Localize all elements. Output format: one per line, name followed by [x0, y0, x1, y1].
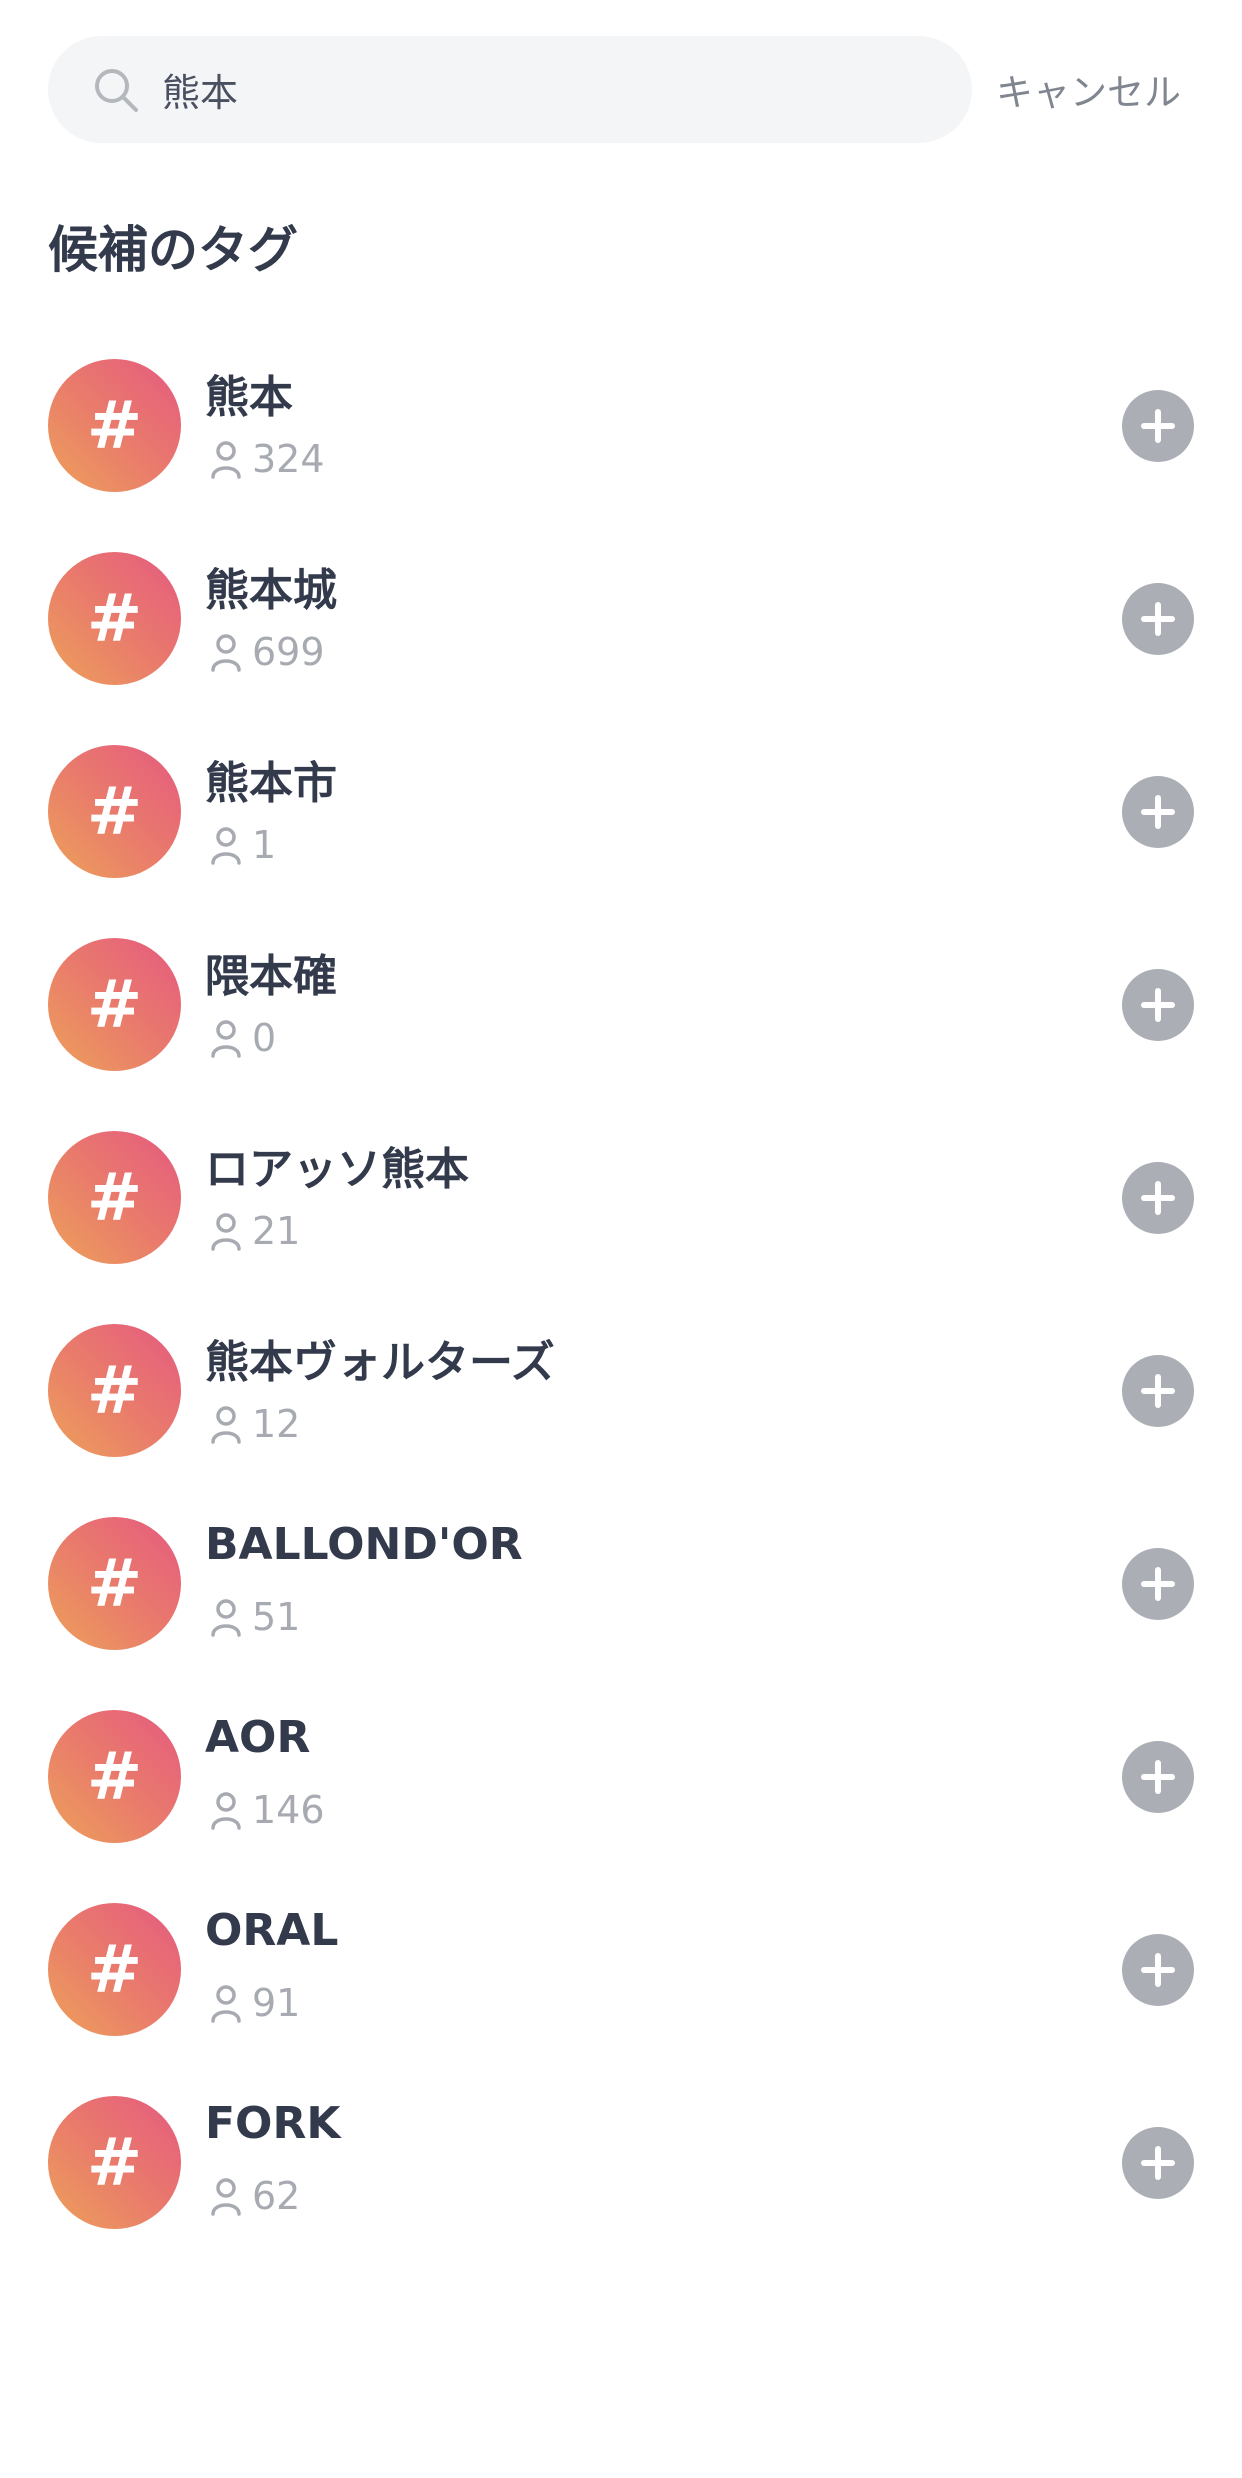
count-value: 51	[252, 1595, 301, 1639]
person-icon	[211, 1213, 241, 1251]
tag-row[interactable]: # 熊本ヴォルターズ 12	[0, 1324, 1242, 1517]
person-icon	[211, 2178, 241, 2216]
tag-user-count: 146	[208, 1788, 325, 1832]
add-tag-button[interactable]	[1122, 583, 1194, 655]
hashtag-icon: #	[48, 1517, 181, 1650]
tag-row[interactable]: # 隈本確 0	[0, 938, 1242, 1131]
tag-name: ORAL	[205, 1905, 339, 1956]
tag-user-count: 91	[208, 1981, 300, 2025]
hashtag-icon: #	[48, 2096, 181, 2229]
add-tag-button[interactable]	[1122, 390, 1194, 462]
add-tag-button[interactable]	[1122, 1355, 1194, 1427]
add-tag-button[interactable]	[1122, 1548, 1194, 1620]
count-value: 12	[252, 1402, 301, 1446]
person-icon	[211, 1985, 241, 2023]
cancel-button[interactable]: キャンセル	[996, 62, 1181, 116]
add-tag-button[interactable]	[1122, 2127, 1194, 2199]
count-value: 1	[252, 823, 277, 867]
add-tag-button[interactable]	[1122, 1741, 1194, 1813]
plus-icon	[1141, 795, 1175, 829]
plus-icon	[1141, 1953, 1175, 1987]
tag-name: FORK	[205, 2098, 341, 2149]
person-icon	[211, 1599, 241, 1637]
tag-row[interactable]: # AOR 146	[0, 1710, 1242, 1903]
hashtag-icon: #	[48, 359, 181, 492]
tag-name: 熊本	[205, 372, 293, 423]
person-icon	[211, 634, 241, 672]
search-input[interactable]	[160, 66, 924, 113]
search-icon	[95, 68, 138, 112]
plus-icon	[1141, 602, 1175, 636]
tag-row[interactable]: # 熊本城 699	[0, 552, 1242, 745]
plus-icon	[1141, 1181, 1175, 1215]
tag-user-count: 51	[208, 1595, 300, 1639]
tag-row[interactable]: # FORK 62	[0, 2096, 1242, 2289]
add-tag-button[interactable]	[1122, 1934, 1194, 2006]
tag-row[interactable]: # BALLOND'OR 51	[0, 1517, 1242, 1710]
tag-user-count: 12	[208, 1402, 300, 1446]
tag-row[interactable]: # 熊本 324	[0, 359, 1242, 552]
hashtag-icon: #	[48, 1131, 181, 1264]
person-icon	[211, 1792, 241, 1830]
count-value: 146	[252, 1788, 325, 1832]
tag-name: 熊本ヴォルターズ	[205, 1337, 555, 1388]
add-tag-button[interactable]	[1122, 969, 1194, 1041]
plus-icon	[1141, 1567, 1175, 1601]
add-tag-button[interactable]	[1122, 1162, 1194, 1234]
tag-name: 熊本市	[205, 758, 337, 809]
tag-name: 隈本確	[205, 951, 337, 1002]
hashtag-icon: #	[48, 1903, 181, 2036]
count-value: 21	[252, 1209, 301, 1253]
tag-name: AOR	[205, 1712, 311, 1763]
person-icon	[211, 441, 241, 479]
tag-row[interactable]: # ロアッソ熊本 21	[0, 1131, 1242, 1324]
tag-user-count: 1	[208, 823, 276, 867]
person-icon	[211, 1020, 241, 1058]
hashtag-icon: #	[48, 1710, 181, 1843]
plus-icon	[1141, 988, 1175, 1022]
hashtag-icon: #	[48, 745, 181, 878]
hashtag-icon: #	[48, 1324, 181, 1457]
tag-user-count: 21	[208, 1209, 300, 1253]
plus-icon	[1141, 1760, 1175, 1794]
tag-row[interactable]: # ORAL 91	[0, 1903, 1242, 2096]
tag-row[interactable]: # 熊本市 1	[0, 745, 1242, 938]
tag-user-count: 699	[208, 630, 325, 674]
count-value: 0	[252, 1016, 277, 1060]
section-title: 候補のタグ	[48, 221, 298, 279]
plus-icon	[1141, 2146, 1175, 2180]
tag-name: 熊本城	[205, 565, 337, 616]
person-icon	[211, 827, 241, 865]
tag-user-count: 0	[208, 1016, 276, 1060]
search-bar[interactable]	[48, 36, 972, 143]
tag-user-count: 324	[208, 437, 325, 481]
count-value: 62	[252, 2174, 301, 2218]
tag-name: ロアッソ熊本	[205, 1144, 469, 1195]
tag-name: BALLOND'OR	[205, 1519, 523, 1570]
hashtag-icon: #	[48, 552, 181, 685]
hashtag-icon: #	[48, 938, 181, 1071]
add-tag-button[interactable]	[1122, 776, 1194, 848]
plus-icon	[1141, 1374, 1175, 1408]
plus-icon	[1141, 409, 1175, 443]
count-value: 324	[252, 437, 325, 481]
tag-user-count: 62	[208, 2174, 300, 2218]
person-icon	[211, 1406, 241, 1444]
count-value: 91	[252, 1981, 301, 2025]
count-value: 699	[252, 630, 325, 674]
